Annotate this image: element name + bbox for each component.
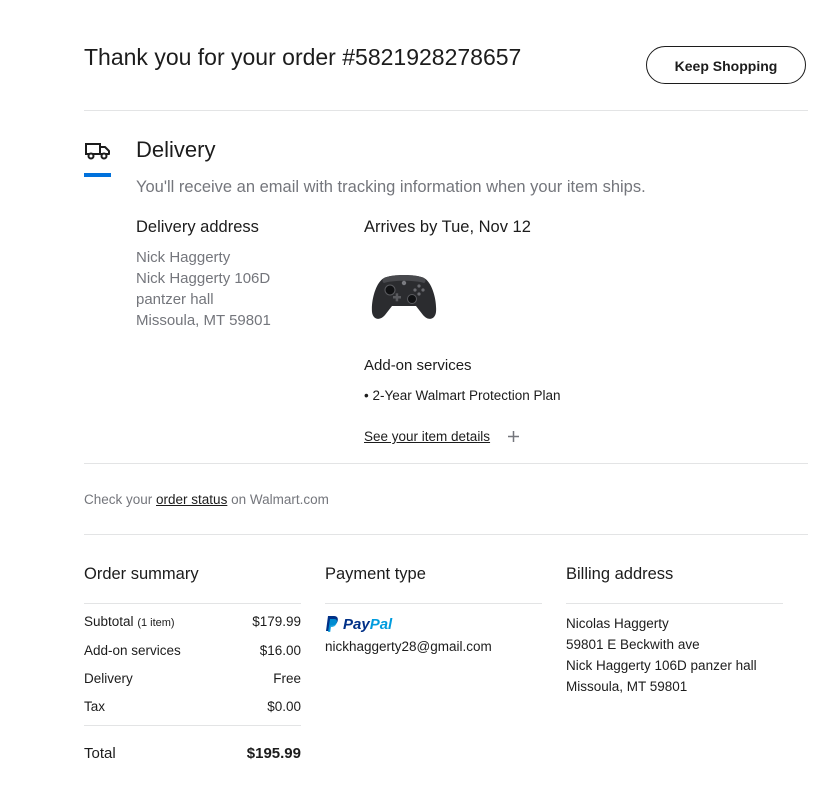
summary-label: Delivery: [84, 671, 133, 686]
address-line: Missoula, MT 59801: [136, 312, 271, 329]
delivery-address-heading: Delivery address: [136, 218, 259, 236]
summary-value: $0.00: [267, 699, 301, 714]
page-title: Thank you for your order #5821928278657: [84, 44, 522, 70]
billing-line: Nick Haggerty 106D panzer hall: [566, 658, 757, 673]
summary-value: $16.00: [259, 643, 301, 658]
divider: [84, 603, 301, 604]
paypal-wordmark: PayPal: [343, 615, 393, 633]
divider: [566, 603, 783, 604]
status-prefix: Check your: [84, 492, 157, 507]
address-line: Nick Haggerty: [136, 249, 231, 266]
total-label: Total: [84, 745, 116, 762]
billing-line: Nicolas Haggerty: [566, 616, 669, 631]
order-summary-heading: Order summary: [84, 565, 199, 583]
summary-label: Tax: [84, 699, 106, 714]
billing-line: 59801 E Beckwith ave: [566, 637, 700, 652]
summary-row-subtotal: Subtotal (1 item) $179.99: [84, 614, 301, 629]
truck-icon: [85, 143, 110, 160]
order-status-link[interactable]: order status: [156, 492, 227, 507]
delivery-address: Nick Haggerty Nick Haggerty 106D pantzer…: [136, 247, 271, 331]
delivery-accent-bar: [84, 173, 111, 177]
divider: [84, 110, 808, 111]
payment-email: nickhaggerty28@gmail.com: [325, 639, 492, 654]
addon-services-heading: Add-on services: [364, 357, 472, 374]
summary-row-addon: Add-on services $16.00: [84, 643, 301, 658]
summary-value: $179.99: [252, 614, 301, 629]
delivery-heading: Delivery: [136, 137, 216, 162]
billing-line: Missoula, MT 59801: [566, 679, 688, 694]
item-count: (1 item): [137, 617, 175, 629]
summary-label: Add-on services: [84, 643, 181, 658]
address-line: Nick Haggerty 106D: [136, 270, 271, 287]
summary-value: Free: [273, 671, 301, 686]
billing-address-heading: Billing address: [566, 565, 674, 583]
total-value: $195.99: [246, 745, 301, 762]
addon-service-item: • 2-Year Walmart Protection Plan: [364, 388, 561, 403]
paypal-icon: [326, 616, 338, 632]
xbox-controller-image: [371, 275, 437, 319]
paypal-logo: PayPal: [325, 613, 392, 635]
billing-address: Nicolas Haggerty 59801 E Beckwith ave Ni…: [566, 613, 757, 697]
address-line: pantzer hall: [136, 291, 214, 308]
summary-row-tax: Tax $0.00: [84, 699, 301, 714]
divider: [84, 463, 808, 464]
keep-shopping-button[interactable]: Keep Shopping: [646, 46, 806, 84]
summary-row-total: Total $195.99: [84, 745, 301, 762]
arrival-date: Arrives by Tue, Nov 12: [364, 218, 531, 236]
tracking-note: You'll receive an email with tracking in…: [136, 178, 646, 196]
divider: [84, 725, 301, 726]
item-details-link[interactable]: See your item details: [364, 429, 490, 444]
order-status-text: Check your order status on Walmart.com: [84, 492, 329, 507]
payment-type-heading: Payment type: [325, 565, 426, 583]
summary-row-delivery: Delivery Free: [84, 671, 301, 686]
status-suffix: on Walmart.com: [227, 492, 329, 507]
summary-label: Subtotal: [84, 614, 134, 629]
plus-icon[interactable]: [507, 430, 520, 443]
divider: [84, 534, 808, 535]
divider: [325, 603, 542, 604]
